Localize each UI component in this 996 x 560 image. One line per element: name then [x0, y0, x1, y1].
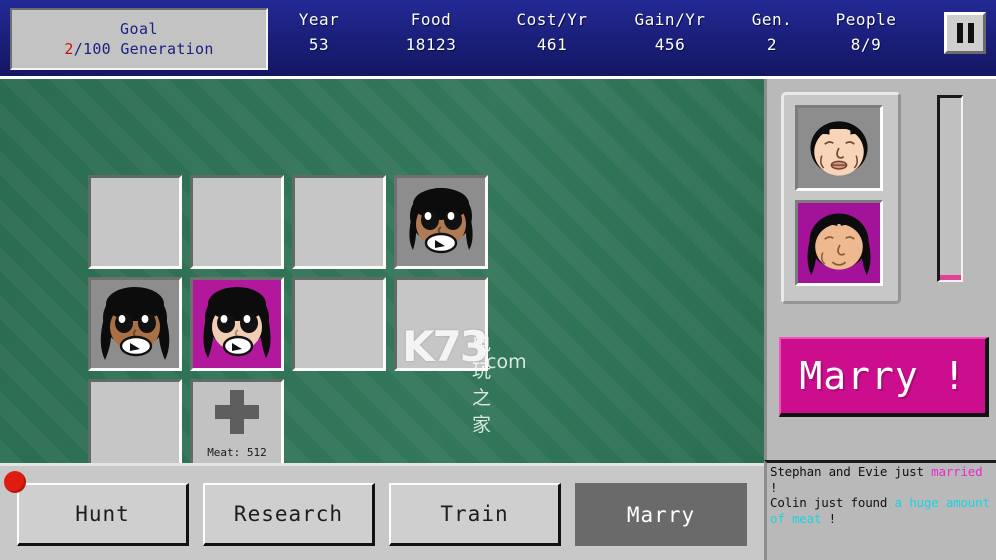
- village-field: Meat: 512 K73 电玩之家 .com: [0, 79, 764, 463]
- stat-year-label: Year: [298, 10, 340, 29]
- marry-progress-bar: [937, 95, 963, 282]
- meat-add-slot[interactable]: Meat: 512: [190, 379, 284, 463]
- marry-button[interactable]: Marry: [575, 483, 747, 546]
- stat-gain-label: Gain/Yr: [634, 10, 706, 29]
- marriage-portrait-box: [781, 92, 901, 304]
- top-status-bar: Goal 2/100 Generation Year 53 Food 18123…: [0, 0, 996, 79]
- plus-icon: [215, 389, 259, 434]
- hunt-button[interactable]: Hunt: [17, 483, 189, 546]
- log-text: married: [931, 464, 983, 479]
- stat-cost-label: Cost/Yr: [516, 10, 588, 29]
- female-portrait-slot[interactable]: [795, 200, 883, 286]
- stat-year-value: 53: [308, 35, 330, 54]
- goal-progress: 2/100 Generation: [64, 39, 213, 60]
- stat-gain-per-year: Gain/Yr 456: [608, 8, 732, 58]
- stat-people-value: 8/9: [850, 35, 882, 54]
- villager-face-male: [399, 180, 483, 264]
- stat-gen-label: Gen.: [751, 10, 793, 29]
- stat-gen-value: 2: [766, 35, 778, 54]
- stat-year: Year 53: [272, 8, 366, 58]
- stat-generation: Gen. 2: [736, 8, 808, 58]
- log-line: Colin just found a huge amount of meat !: [770, 495, 994, 526]
- villager-slot-empty[interactable]: [190, 175, 284, 269]
- meat-count-label: Meat: 512: [207, 445, 267, 459]
- male-portrait-slot[interactable]: [795, 105, 883, 191]
- game-screen: Goal 2/100 Generation Year 53 Food 18123…: [0, 0, 996, 560]
- villager-slot-empty[interactable]: [394, 277, 488, 371]
- pause-icon: [967, 23, 974, 43]
- villager-slot-empty[interactable]: [292, 277, 386, 371]
- villager-face-male: [93, 282, 177, 366]
- goal-current: 2: [64, 39, 74, 58]
- marriage-sidebar: Marry !: [764, 79, 996, 460]
- villager-slot-empty[interactable]: [292, 175, 386, 269]
- event-log: Stephan and Evie just married ! Colin ju…: [764, 460, 996, 560]
- stat-people: People 8/9: [808, 8, 924, 58]
- villager-slot-filled[interactable]: [190, 277, 284, 371]
- research-button[interactable]: Research: [203, 483, 375, 546]
- goal-target: /100 Generation: [73, 39, 214, 58]
- female-portrait-face: [799, 203, 879, 283]
- train-button[interactable]: Train: [389, 483, 561, 546]
- goal-panel: Goal 2/100 Generation: [10, 8, 268, 70]
- stat-cost-value: 461: [536, 35, 568, 54]
- pause-icon: [956, 23, 963, 43]
- log-text: !: [821, 510, 837, 526]
- stat-food-label: Food: [410, 10, 452, 29]
- marry-progress-fill: [940, 274, 961, 280]
- stat-food-value: 18123: [405, 35, 457, 54]
- stat-food: Food 18123: [372, 8, 490, 58]
- action-bar: Hunt Research Train Marry: [0, 463, 764, 560]
- villager-slot-filled[interactable]: [88, 277, 182, 371]
- notification-dot-icon: [4, 471, 26, 493]
- stat-cost-per-year: Cost/Yr 461: [492, 8, 612, 58]
- log-text: !: [770, 479, 778, 495]
- log-text: Colin just found: [770, 495, 895, 510]
- villager-slot-empty[interactable]: [88, 379, 182, 463]
- male-portrait-face: [799, 108, 879, 188]
- log-line: Stephan and Evie just married !: [770, 464, 994, 495]
- villager-face-female: [195, 282, 279, 366]
- marry-confirm-button[interactable]: Marry !: [779, 337, 989, 417]
- stat-people-label: People: [835, 10, 897, 29]
- villager-slot-filled[interactable]: [394, 175, 488, 269]
- villager-slot-empty[interactable]: [88, 175, 182, 269]
- stat-gain-value: 456: [654, 35, 686, 54]
- pause-button[interactable]: [944, 12, 986, 54]
- villager-grid: Meat: 512: [88, 175, 492, 463]
- goal-title: Goal: [119, 19, 159, 38]
- log-text: Stephan and Evie just: [770, 464, 932, 479]
